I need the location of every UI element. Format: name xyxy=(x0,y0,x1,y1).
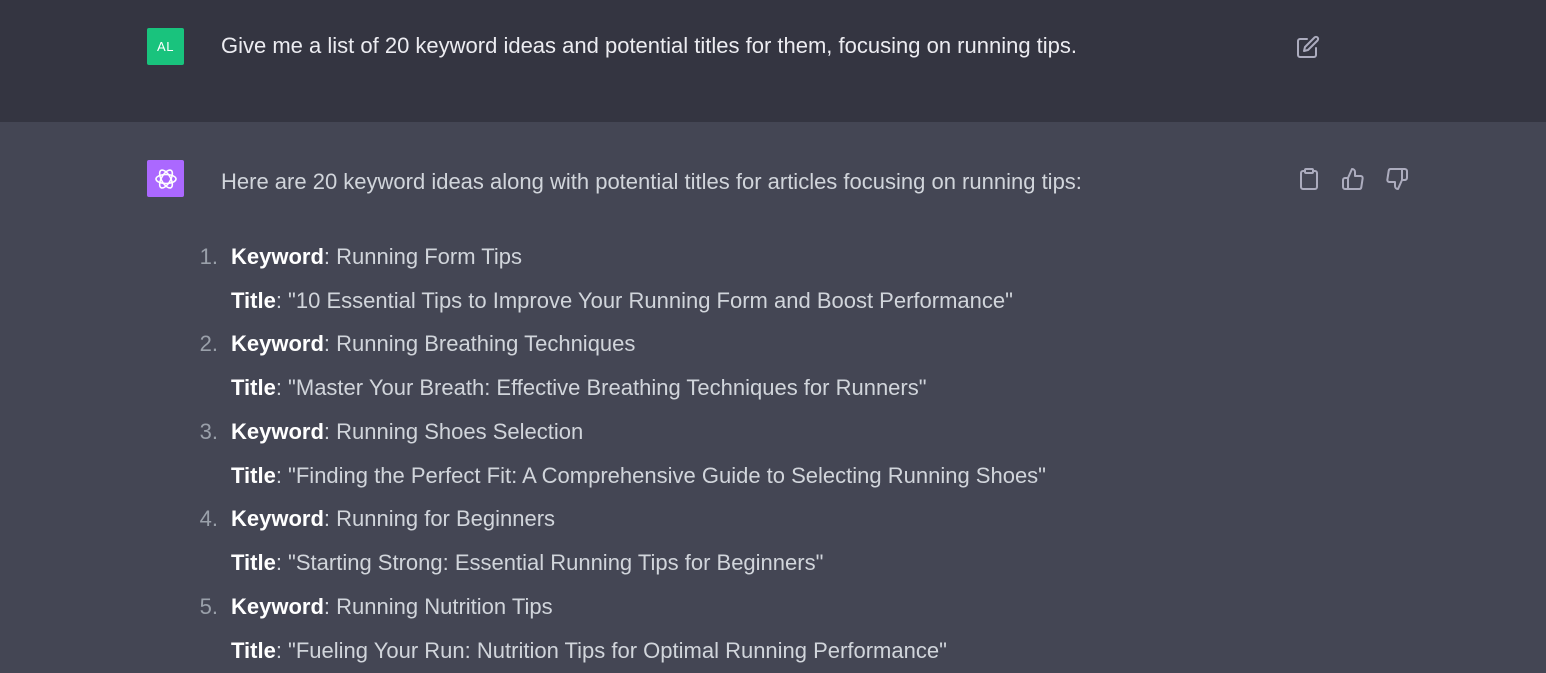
list-item-keyword: Keyword: Running Form Tips xyxy=(231,244,522,270)
keyword-value: : Running Breathing Techniques xyxy=(323,331,636,356)
list-item-title: Title: "Master Your Breath: Effective Br… xyxy=(231,375,927,401)
keyword-value: : Running Shoes Selection xyxy=(323,419,584,444)
keyword-label: Keyword xyxy=(231,506,324,531)
title-label: Title xyxy=(231,638,276,663)
title-label: Title xyxy=(231,550,276,575)
keyword-value: : Running for Beginners xyxy=(323,506,556,531)
assistant-message-row: Here are 20 keyword ideas along with pot… xyxy=(0,122,1546,673)
list-item-number: 1. xyxy=(199,244,218,269)
list-item-number: 5. xyxy=(199,594,218,619)
thumbs-down-icon[interactable] xyxy=(1385,167,1409,191)
title-label: Title xyxy=(231,463,276,488)
clipboard-icon[interactable] xyxy=(1297,167,1321,191)
user-avatar-initials: AL xyxy=(157,39,174,54)
title-value: : "10 Essential Tips to Improve Your Run… xyxy=(275,288,1013,313)
list-item-keyword: Keyword: Running Nutrition Tips xyxy=(231,594,553,620)
openai-logo-icon xyxy=(153,166,179,192)
keyword-value: : Running Form Tips xyxy=(323,244,522,269)
thumbs-up-icon[interactable] xyxy=(1341,167,1365,191)
list-item-keyword: Keyword: Running Breathing Techniques xyxy=(231,331,635,357)
title-label: Title xyxy=(231,375,276,400)
list-item-title: Title: "Finding the Perfect Fit: A Compr… xyxy=(231,463,1046,489)
list-item-keyword: Keyword: Running for Beginners xyxy=(231,506,555,532)
list-item-title: Title: "Fueling Your Run: Nutrition Tips… xyxy=(231,638,947,664)
keyword-label: Keyword xyxy=(231,594,324,619)
list-item-keyword: Keyword: Running Shoes Selection xyxy=(231,419,583,445)
keyword-label: Keyword xyxy=(231,244,324,269)
user-message-text: Give me a list of 20 keyword ideas and p… xyxy=(221,33,1078,58)
list-item-number: 2. xyxy=(199,331,218,356)
assistant-intro-text: Here are 20 keyword ideas along with pot… xyxy=(221,169,1082,194)
title-value: : "Fueling Your Run: Nutrition Tips for … xyxy=(275,638,947,663)
list-item-number: 4. xyxy=(199,506,218,531)
keyword-label: Keyword xyxy=(231,419,324,444)
user-avatar: AL xyxy=(147,28,184,65)
keyword-label: Keyword xyxy=(231,331,324,356)
list-item-number: 3. xyxy=(199,419,218,444)
keyword-value: : Running Nutrition Tips xyxy=(323,594,553,619)
list-item-title: Title: "10 Essential Tips to Improve You… xyxy=(231,288,1013,314)
list-item-title: Title: "Starting Strong: Essential Runni… xyxy=(231,550,823,576)
title-value: : "Finding the Perfect Fit: A Comprehens… xyxy=(275,463,1046,488)
title-value: : "Starting Strong: Essential Running Ti… xyxy=(275,550,824,575)
user-message-row: AL Give me a list of 20 keyword ideas an… xyxy=(0,0,1546,122)
edit-icon[interactable] xyxy=(1296,35,1320,59)
title-value: : "Master Your Breath: Effective Breathi… xyxy=(275,375,927,400)
assistant-avatar xyxy=(147,160,184,197)
title-label: Title xyxy=(231,288,276,313)
